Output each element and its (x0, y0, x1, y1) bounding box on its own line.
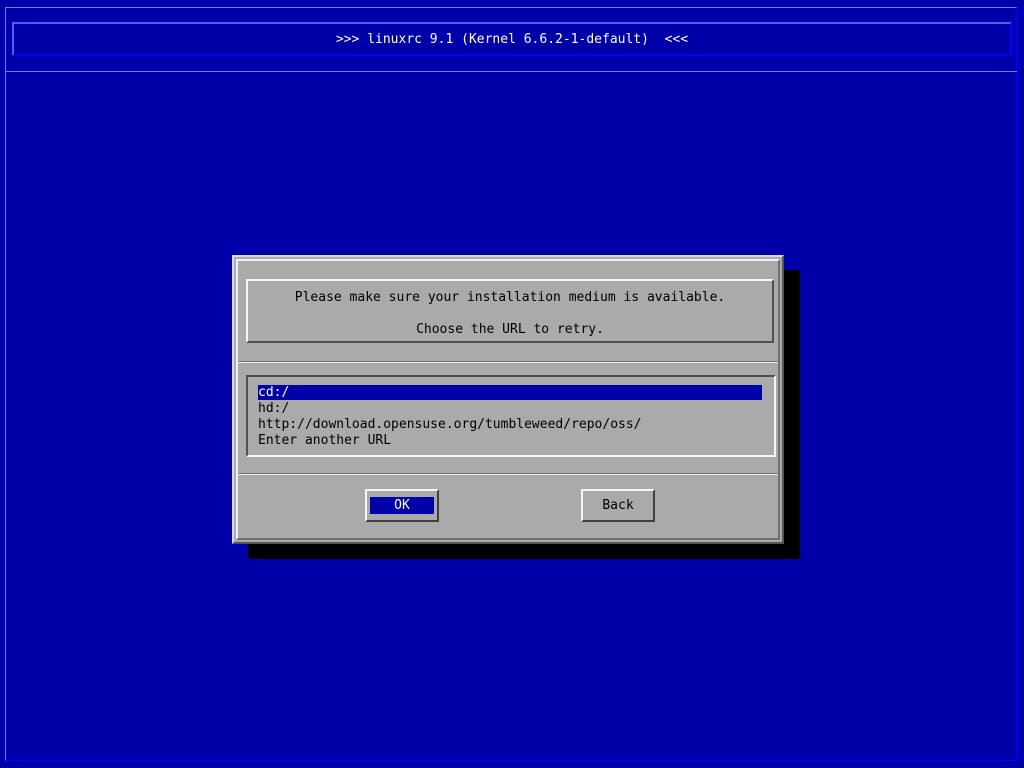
url-list[interactable]: cd:/ hd:/ http://download.opensuse.org/t… (246, 375, 776, 457)
dialog-body: Please make sure your installation mediu… (236, 259, 780, 540)
list-item-enter-url[interactable]: Enter another URL (258, 433, 762, 448)
list-item-hd[interactable]: hd:/ (258, 401, 762, 416)
message-text: Please make sure your installation mediu… (294, 290, 726, 305)
back-button[interactable]: Back (581, 489, 655, 522)
retry-dialog: Please make sure your installation mediu… (232, 255, 784, 544)
window-title: >>> linuxrc 9.1 (Kernel 6.6.2-1-default)… (12, 22, 1012, 56)
list-item-http[interactable]: http://download.opensuse.org/tumbleweed/… (258, 417, 762, 432)
divider (238, 361, 778, 363)
message-prompt: Choose the URL to retry. (416, 322, 604, 337)
divider (238, 473, 778, 475)
ok-button[interactable]: OK (365, 489, 439, 522)
back-button-label: Back (602, 498, 634, 513)
screen: >>> linuxrc 9.1 (Kernel 6.6.2-1-default)… (0, 0, 1024, 768)
ok-button-label: OK (370, 497, 434, 514)
message-box: Please make sure your installation mediu… (246, 279, 774, 343)
list-item-cd[interactable]: cd:/ (258, 385, 762, 400)
